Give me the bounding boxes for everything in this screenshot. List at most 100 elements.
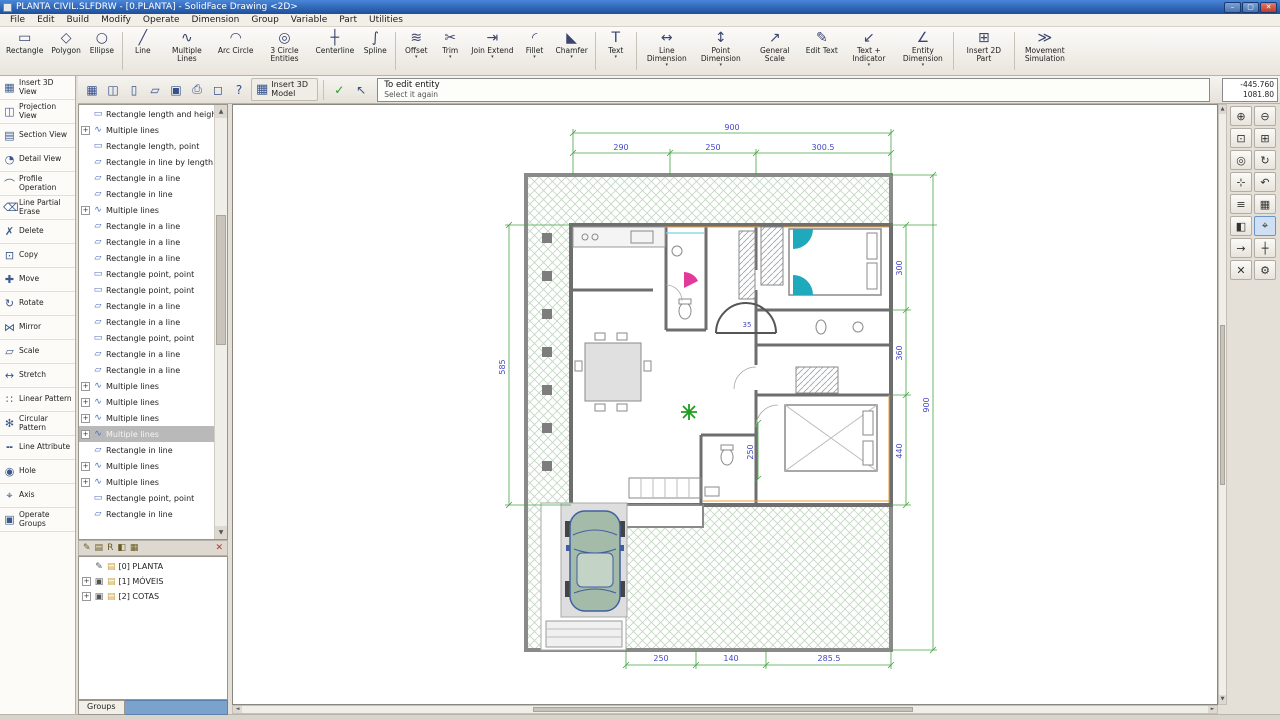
confirm-button[interactable]: ✓ (329, 80, 349, 100)
expander-icon[interactable] (82, 562, 91, 571)
arc-circle-tool[interactable]: ◠ Arc Circle (214, 28, 258, 74)
expander-icon[interactable] (81, 238, 90, 247)
maximize-button[interactable]: ▢ (1242, 2, 1259, 13)
open-icon[interactable]: ▱ (145, 80, 165, 100)
toolbar-button[interactable] (595, 32, 596, 70)
expander-icon[interactable] (81, 222, 90, 231)
operation-item[interactable]: ▭ Rectangle length and heigh (79, 106, 214, 122)
operation-item[interactable]: + ∿ Multiple lines (79, 426, 214, 442)
line-partial-erase[interactable]: ⌫ Line Partial Erase (0, 196, 75, 220)
line-tool[interactable]: ╱ Line (126, 28, 160, 74)
expander-icon[interactable] (81, 302, 90, 311)
drawing-canvas[interactable]: 900 290 250 300.5 585 300 360 440 900 25… (232, 104, 1218, 705)
projection-view[interactable]: ◫ Projection View (0, 100, 75, 124)
operation-item[interactable]: + ∿ Multiple lines (79, 394, 214, 410)
expander-icon[interactable]: + (81, 430, 90, 439)
close-panel-icon[interactable]: ✕ (215, 543, 223, 553)
tab-groups[interactable]: Groups (78, 700, 125, 715)
operation-item[interactable]: ▱ Rectangle in line (79, 186, 214, 202)
movement-simulation-tool[interactable]: ≫ Movement Simulation (1018, 28, 1072, 74)
operation-item[interactable]: ▱ Rectangle in a line (79, 314, 214, 330)
expander-icon[interactable] (81, 174, 90, 183)
arrow-mode-icon[interactable]: → (1230, 238, 1252, 258)
scrollbar-thumb[interactable] (1220, 325, 1225, 485)
layers-icon[interactable]: ≡ (1230, 194, 1252, 214)
scrollbar-thumb[interactable] (533, 707, 913, 712)
help-icon[interactable]: ? (229, 80, 249, 100)
scroll-up-icon[interactable]: ▲ (1219, 105, 1226, 114)
section-view[interactable]: ▤ Section View (0, 124, 75, 148)
expander-icon[interactable] (81, 110, 90, 119)
polygon-tool[interactable]: ◇ Polygon (47, 28, 84, 74)
operation-item[interactable]: + ∿ Multiple lines (79, 122, 214, 138)
color-icon[interactable]: ◧ (117, 543, 126, 553)
menu-item[interactable]: Edit (31, 15, 60, 25)
scroll-right-icon[interactable]: ► (1208, 706, 1217, 713)
three-circle-entities-tool[interactable]: ◎ 3 Circle Entities (257, 28, 311, 74)
operation-item[interactable]: ▱ Rectangle in line (79, 506, 214, 522)
scroll-left-icon[interactable]: ◄ (233, 706, 242, 713)
line-attribute[interactable]: ╍ Line Attribute (0, 436, 75, 460)
text-tool[interactable]: T Text ▾ (599, 28, 633, 74)
group-item[interactable]: + ▣ ▤ [2] COTAS (79, 589, 227, 604)
entity-dimension-tool[interactable]: ∠ Entity Dimension ▾ (896, 28, 950, 74)
list-icon[interactable]: ▦ (130, 543, 139, 553)
axis-icon[interactable]: ┼ (1254, 238, 1276, 258)
insert-3d-view[interactable]: ▦ Insert 3D View (0, 76, 75, 100)
insert-2d-part-tool[interactable]: ⊞ Insert 2D Part (957, 28, 1011, 74)
chamfer-tool[interactable]: ◣ Chamfer ▾ (552, 28, 592, 74)
menu-item[interactable]: Build (61, 15, 96, 25)
scroll-down-icon[interactable]: ▼ (1219, 695, 1226, 704)
operation-item[interactable]: ▱ Rectangle in line by length a (79, 154, 214, 170)
axis[interactable]: ⌖ Axis (0, 484, 75, 508)
operation-item[interactable]: + ∿ Multiple lines (79, 474, 214, 490)
menu-item[interactable]: Variable (285, 15, 333, 25)
delete[interactable]: ✗ Delete (0, 220, 75, 244)
print-icon[interactable]: ⎙ (187, 80, 207, 100)
operation-item[interactable]: ▱ Rectangle in a line (79, 234, 214, 250)
sheet-icon[interactable]: ◫ (103, 80, 123, 100)
rotate[interactable]: ↻ Rotate (0, 292, 75, 316)
operate-groups[interactable]: ▣ Operate Groups (0, 508, 75, 532)
erase-icon[interactable]: ✕ (1230, 260, 1252, 280)
expander-icon[interactable] (81, 142, 90, 151)
centerline-tool[interactable]: ┼ Centerline (311, 28, 358, 74)
grid-icon[interactable]: ▦ (1254, 194, 1276, 214)
expander-icon[interactable]: + (82, 577, 91, 586)
general-scale-tool[interactable]: ↗ General Scale (748, 28, 802, 74)
vertical-scrollbar[interactable]: ▲ ▼ (1218, 104, 1227, 705)
rectangle-tool[interactable]: ▭ Rectangle (2, 28, 47, 74)
operation-item[interactable]: + ∿ Multiple lines (79, 202, 214, 218)
operation-item[interactable]: ▱ Rectangle in a line (79, 250, 214, 266)
zoom-in-icon[interactable]: ⊕ (1230, 106, 1252, 126)
rename-icon[interactable]: R (107, 543, 113, 553)
toolbar-button[interactable] (122, 32, 123, 70)
join-extend-tool[interactable]: ⇥ Join Extend ▾ (467, 28, 517, 74)
expander-icon[interactable]: + (81, 382, 90, 391)
minimize-button[interactable]: – (1224, 2, 1241, 13)
offset-tool[interactable]: ≋ Offset ▾ (399, 28, 433, 74)
menu-item[interactable]: Part (333, 15, 363, 25)
horizontal-scrollbar[interactable]: ◄ ► (232, 705, 1218, 714)
expander-icon[interactable] (81, 190, 90, 199)
spline-tool[interactable]: ∫ Spline (358, 28, 392, 74)
print-preview-icon[interactable]: ◻ (208, 80, 228, 100)
move[interactable]: ✚ Move (0, 268, 75, 292)
operation-item[interactable]: + ∿ Multiple lines (79, 458, 214, 474)
ellipse-tool[interactable]: ○ Ellipse (85, 28, 119, 74)
select-cursor-button[interactable]: ↖ (351, 80, 371, 100)
expander-icon[interactable] (81, 494, 90, 503)
operation-item[interactable]: ▱ Rectangle in a line (79, 346, 214, 362)
toolbar-button[interactable] (953, 32, 954, 70)
expander-icon[interactable]: + (81, 206, 90, 215)
new-group-icon[interactable]: ▤ (95, 543, 104, 553)
previous-view-icon[interactable]: ↶ (1254, 172, 1276, 192)
toolbar-button[interactable] (395, 32, 396, 70)
expander-icon[interactable] (81, 318, 90, 327)
shade-icon[interactable]: ◧ (1230, 216, 1252, 236)
profile-operation[interactable]: ⌒ Profile Operation (0, 172, 75, 196)
operation-item[interactable]: ▱ Rectangle in a line (79, 362, 214, 378)
toolbar-button[interactable] (1014, 32, 1015, 70)
zoom-extents-icon[interactable]: ⊞ (1254, 128, 1276, 148)
operation-item[interactable]: ▭ Rectangle point, point (79, 282, 214, 298)
